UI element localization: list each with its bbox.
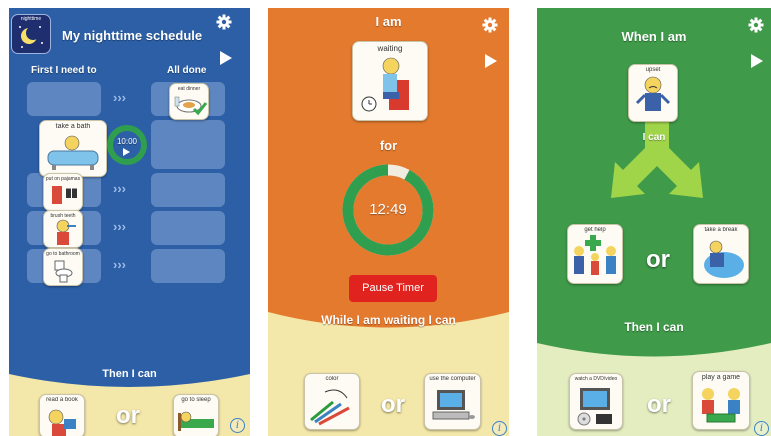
get-help-icon [574,235,616,275]
for-label: for [379,138,398,153]
done-slot[interactable] [151,173,225,207]
pajamas-icon [52,186,77,204]
task-card-teeth[interactable]: brush teeth [43,210,83,248]
board-game-icon [702,388,740,423]
app-icon[interactable]: nighttime [11,14,51,54]
done-card[interactable]: eat dinner [169,83,209,120]
split-arrow-icon [611,118,703,198]
play-icon[interactable] [751,54,763,68]
timer-text: 12:49 [369,201,407,218]
done-slot[interactable] [151,249,225,283]
coping-choice-screen: When I am upset I can get help or take a… [537,8,771,436]
or-label: or [381,391,405,418]
chevrons-icon: ››› [113,181,126,196]
crayons-icon [310,389,350,426]
nighttime-schedule-screen: nighttime My nighttime schedule First I … [9,8,250,436]
upset-person-icon [635,76,671,111]
then-label: Then I can [624,320,684,334]
bath-icon [47,135,99,170]
pause-timer-button[interactable]: Pause Timer [349,275,437,302]
option-card-get-help[interactable]: get help [567,224,623,284]
feeling-card[interactable]: upset [628,64,678,122]
dinner-plate-icon [174,96,208,116]
done-slot[interactable] [151,120,225,169]
app-icon-label: nighttime [20,16,42,22]
or-label: or [647,391,671,418]
chevrons-icon: ››› [113,219,126,234]
chevrons-icon: ››› [113,90,126,105]
page-title: When I am [621,29,687,44]
toothbrush-icon [56,219,76,245]
take-break-icon [704,240,744,278]
waiting-timer-screen: I am waiting for 12:49 Pause Timer While… [268,8,509,436]
waiting-person-icon [361,57,409,112]
first-label: First I need to [31,65,97,76]
book-icon [48,409,76,436]
done-slot[interactable] [151,211,225,245]
timer-play-icon[interactable] [123,148,130,156]
task-card-bath[interactable]: take a bath [39,120,107,177]
chevrons-icon: ››› [113,257,126,272]
reward-card-video[interactable]: watch a DVD/video [569,373,623,430]
info-icon[interactable]: i [230,418,245,433]
play-icon[interactable] [220,51,232,65]
ican-label: I can [642,132,666,143]
gear-icon[interactable] [482,17,498,33]
gear-icon[interactable] [748,17,764,33]
timer-text: 10:00 [116,137,138,146]
task-slot-empty[interactable] [27,82,101,116]
info-icon[interactable]: i [492,421,507,436]
reward-card-sleep[interactable]: go to sleep [173,394,219,436]
then-label: Then I can [102,368,157,380]
reward-card-game[interactable]: play a game [692,371,750,430]
done-label: All done [167,65,207,76]
task-card-pajamas[interactable]: put on pajamas [43,173,83,211]
or-label: or [646,246,670,273]
reward-card-color[interactable]: color [304,373,360,430]
option-card-take-break[interactable]: take a break [693,224,749,284]
reward-card-computer[interactable]: use the computer [424,373,481,430]
info-icon[interactable]: i [754,421,769,436]
dvd-icon [577,388,612,426]
task-card-bathroom[interactable]: go to bathroom [43,248,83,286]
computer-icon [432,390,475,420]
page-title: I am [375,14,402,29]
gear-icon[interactable] [216,14,232,30]
play-icon[interactable] [485,54,497,68]
while-label: While I am waiting I can [321,313,456,327]
or-label: or [116,402,140,429]
bed-icon [178,411,214,431]
reward-card-read[interactable]: read a book [39,394,85,436]
page-title: My nighttime schedule [62,28,203,43]
activity-card[interactable]: waiting [352,41,428,121]
toilet-icon [54,260,73,283]
